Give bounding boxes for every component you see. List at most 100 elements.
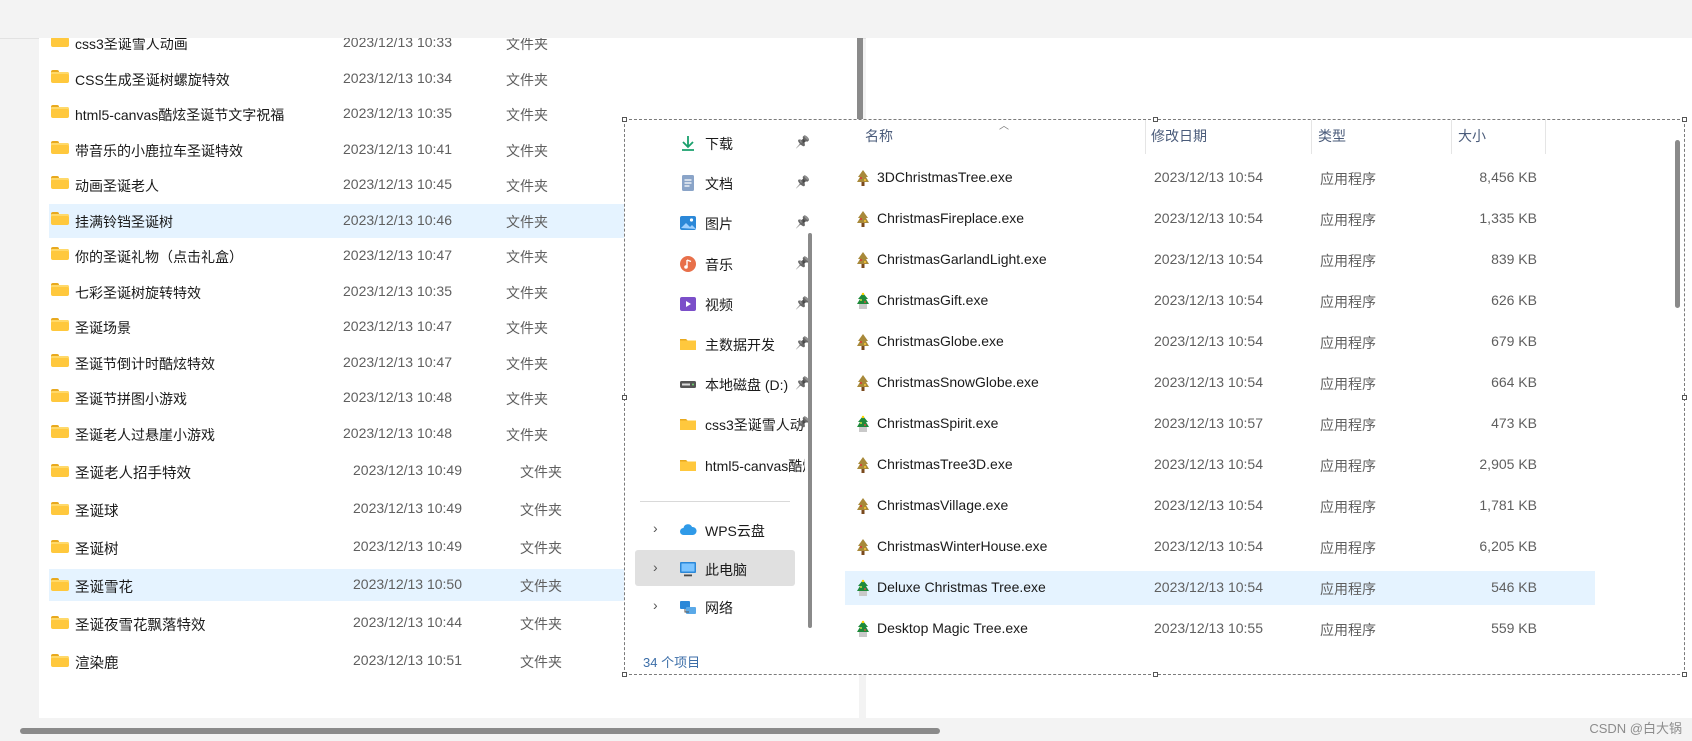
folder-date: 2023/12/13 10:33 (343, 38, 452, 50)
file-type: 应用程序 (1320, 376, 1376, 392)
nav-item[interactable]: css3圣诞雪人动画📌 (635, 405, 810, 441)
file-row[interactable]: ChristmasGarlandLight.exe 2023/12/13 10:5… (845, 243, 1595, 277)
column-divider[interactable] (1451, 120, 1452, 154)
folder-row[interactable]: css3圣诞雪人动画 2023/12/13 10:33 文件夹 (49, 38, 854, 60)
folder-icon (51, 353, 69, 367)
file-row[interactable]: ChristmasWinterHouse.exe 2023/12/13 10:54… (845, 530, 1595, 564)
tree-icon (855, 538, 871, 556)
folder-date: 2023/12/13 10:41 (343, 140, 452, 157)
file-row[interactable]: ChristmasSpirit.exe 2023/12/13 10:57 应用程序 4… (845, 407, 1595, 441)
folder-row[interactable]: CSS生成圣诞树螺旋特效 2023/12/13 10:34 文件夹 (49, 62, 854, 96)
sort-arrow-icon: ︿ (999, 121, 1009, 132)
pin-icon[interactable]: 📌 (795, 175, 810, 189)
watermark: CSDN @白大锅 (1589, 721, 1682, 736)
resize-handle[interactable] (1682, 117, 1687, 122)
file-type: 应用程序 (1320, 294, 1376, 310)
file-row[interactable]: ChristmasGift.exe 2023/12/13 10:54 应用程序 626… (845, 284, 1595, 318)
column-divider[interactable] (1545, 120, 1546, 154)
file-row[interactable]: 3DChristmasTree.exe 2023/12/13 10:54 应用程序 8… (845, 161, 1595, 195)
file-row[interactable]: Desktop Magic Tree.exe 2023/12/13 10:55 应用… (845, 612, 1595, 646)
nav-item[interactable]: 文档 📌 (635, 164, 810, 200)
column-header-name[interactable]: 名称 (865, 126, 893, 146)
resize-handle[interactable] (1682, 395, 1687, 400)
folder-type: 文件夹 (506, 249, 548, 265)
nav-item[interactable]: 图片 📌 (635, 204, 810, 240)
folder-icon (51, 69, 69, 83)
file-name: ChristmasGarlandLight.exe (877, 251, 1047, 267)
file-date: 2023/12/13 10:54 (1154, 292, 1263, 308)
file-size: 559 KB (1491, 620, 1537, 636)
file-row[interactable]: ChristmasVillage.exe 2023/12/13 10:54 应用程序… (845, 489, 1595, 523)
pin-icon[interactable]: 📌 (795, 135, 810, 149)
folder-icon (51, 176, 69, 189)
column-header-size[interactable]: 大小 (1458, 126, 1486, 146)
chevron-right-icon[interactable]: › (653, 559, 658, 575)
folder-type: 文件夹 (506, 178, 548, 194)
folder-name: 渲染鹿 (75, 656, 119, 672)
nav-item[interactable]: 下载 📌 (635, 124, 810, 160)
file-row[interactable]: ChristmasTree3D.exe 2023/12/13 10:54 应用程序 2… (845, 448, 1595, 482)
folder-type: 文件夹 (506, 38, 548, 52)
file-list-scrollbar[interactable] (1675, 140, 1680, 308)
folder-icon (51, 464, 69, 477)
folder-icon (679, 335, 697, 353)
file-date: 2023/12/13 10:54 (1154, 374, 1263, 390)
folder-icon (51, 502, 69, 515)
file-date: 2023/12/13 10:54 (1154, 497, 1263, 513)
resize-handle[interactable] (622, 672, 627, 677)
folder-name: 七彩圣诞树旋转特效 (75, 284, 201, 301)
file-row[interactable]: ChristmasSnowGlobe.exe 2023/12/13 10:54 应用… (845, 366, 1595, 400)
column-divider[interactable] (1311, 120, 1312, 154)
file-date: 2023/12/13 10:54 (1154, 456, 1263, 472)
column-header-type[interactable]: 类型 (1318, 126, 1346, 146)
nav-item-label: 音乐 (705, 256, 733, 273)
folder-name: 圣诞节拼图小游戏 (75, 391, 187, 407)
folder-name: html5-canvas酷炫圣诞节文字祝福 (75, 107, 285, 123)
folder-type: 文件夹 (520, 578, 562, 594)
resize-handle[interactable] (1153, 672, 1158, 677)
nav-location[interactable]: › 网络 (635, 588, 795, 624)
folder-icon (51, 282, 69, 296)
nav-location-label: WPS云盘 (705, 523, 765, 539)
chevron-right-icon[interactable]: › (653, 597, 658, 613)
column-header-date[interactable]: 修改日期 (1151, 126, 1207, 146)
nav-item[interactable]: 视频 📌 (635, 285, 810, 321)
pane-divider[interactable] (857, 38, 863, 120)
file-row[interactable]: ChristmasGlobe.exe 2023/12/13 10:54 应用程序 67… (845, 325, 1595, 359)
nav-item[interactable]: html5-canvas酷炫圣诞节文字祝福 (635, 446, 810, 482)
picture-icon (679, 214, 697, 232)
nav-scrollbar[interactable] (808, 233, 812, 628)
folder-icon (51, 38, 69, 47)
nav-item-label: css3圣诞雪人动画 (705, 417, 805, 434)
nav-item[interactable]: 主数据开发 📌 (635, 325, 810, 361)
column-divider[interactable] (1145, 120, 1146, 154)
folder-date: 2023/12/13 10:34 (343, 69, 452, 86)
resize-handle[interactable] (622, 395, 627, 400)
pin-icon[interactable]: 📌 (795, 215, 810, 229)
file-name: ChristmasFireplace.exe (877, 210, 1025, 226)
file-type: 应用程序 (1320, 212, 1376, 228)
file-date: 2023/12/13 10:54 (1154, 210, 1263, 226)
chevron-right-icon[interactable]: › (653, 520, 658, 536)
nav-item-label: 视频 (705, 296, 733, 313)
title-area (0, 0, 1692, 39)
nav-item[interactable]: 本地磁盘 (D:) 📌 (635, 365, 810, 401)
file-size: 546 KB (1491, 579, 1537, 595)
folder-icon (51, 140, 69, 154)
horizontal-scrollbar-thumb[interactable] (20, 728, 940, 734)
resize-handle[interactable] (622, 117, 627, 122)
file-row[interactable]: ChristmasFireplace.exe 2023/12/13 10:54 应用… (845, 202, 1595, 236)
file-date: 2023/12/13 10:54 (1154, 333, 1263, 349)
folder-name: 圣诞树 (75, 542, 119, 558)
nav-item[interactable]: 音乐 📌 (635, 245, 810, 281)
folder-icon (51, 389, 69, 402)
file-row[interactable]: Deluxe Christmas Tree.exe 2023/12/13 10:5… (845, 571, 1595, 605)
folder-icon (679, 415, 697, 433)
folder-date: 2023/12/13 10:47 (343, 353, 452, 370)
nav-location[interactable]: › WPS云盘 (635, 511, 795, 547)
folder-date: 2023/12/13 10:49 (353, 500, 462, 516)
resize-handle[interactable] (1682, 672, 1687, 677)
folder-date: 2023/12/13 10:46 (343, 211, 452, 228)
nav-location[interactable]: › 此电脑 (635, 549, 795, 586)
file-name: ChristmasGlobe.exe (877, 333, 1004, 349)
